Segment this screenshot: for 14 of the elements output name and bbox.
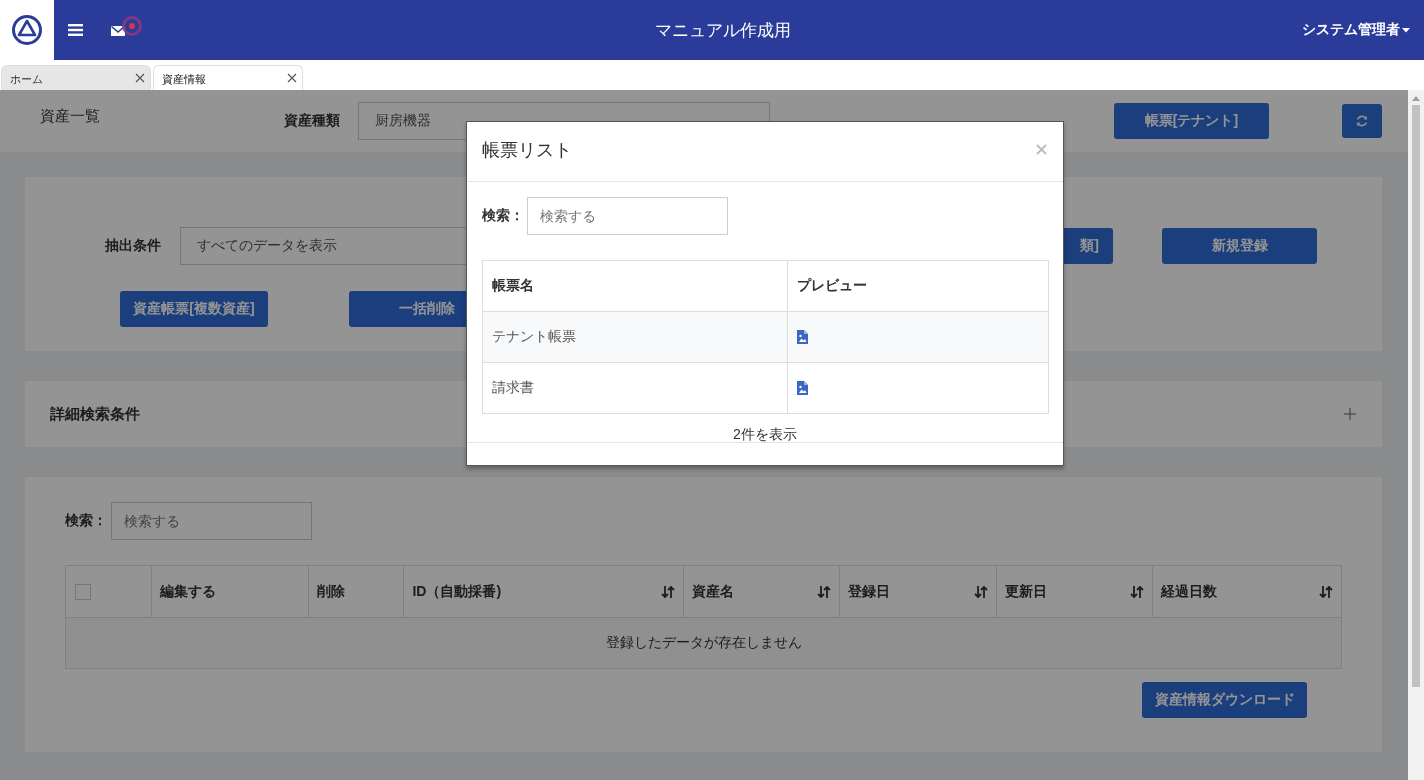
table-cell: 請求書 <box>483 363 788 413</box>
app-title: マニュアル作成用 <box>655 19 791 42</box>
column-header: プレビュー <box>796 276 868 295</box>
empty-message: 登録したデータが存在しません <box>66 618 1341 668</box>
field-label: 抽出条件 <box>105 237 162 255</box>
search-label: 検索： <box>65 512 107 530</box>
field-label: 資産種類 <box>284 112 341 130</box>
page-title: 資産一覧 <box>40 106 101 126</box>
search-label: 検索： <box>482 207 524 225</box>
column-header: 帳票名 <box>483 261 788 311</box>
table-cell: テナント帳票 <box>483 312 788 362</box>
record-count: 2件を表示 <box>733 426 797 444</box>
panel-title: 詳細検索条件 <box>50 404 140 424</box>
dialog-title: 帳票リスト <box>482 138 572 162</box>
